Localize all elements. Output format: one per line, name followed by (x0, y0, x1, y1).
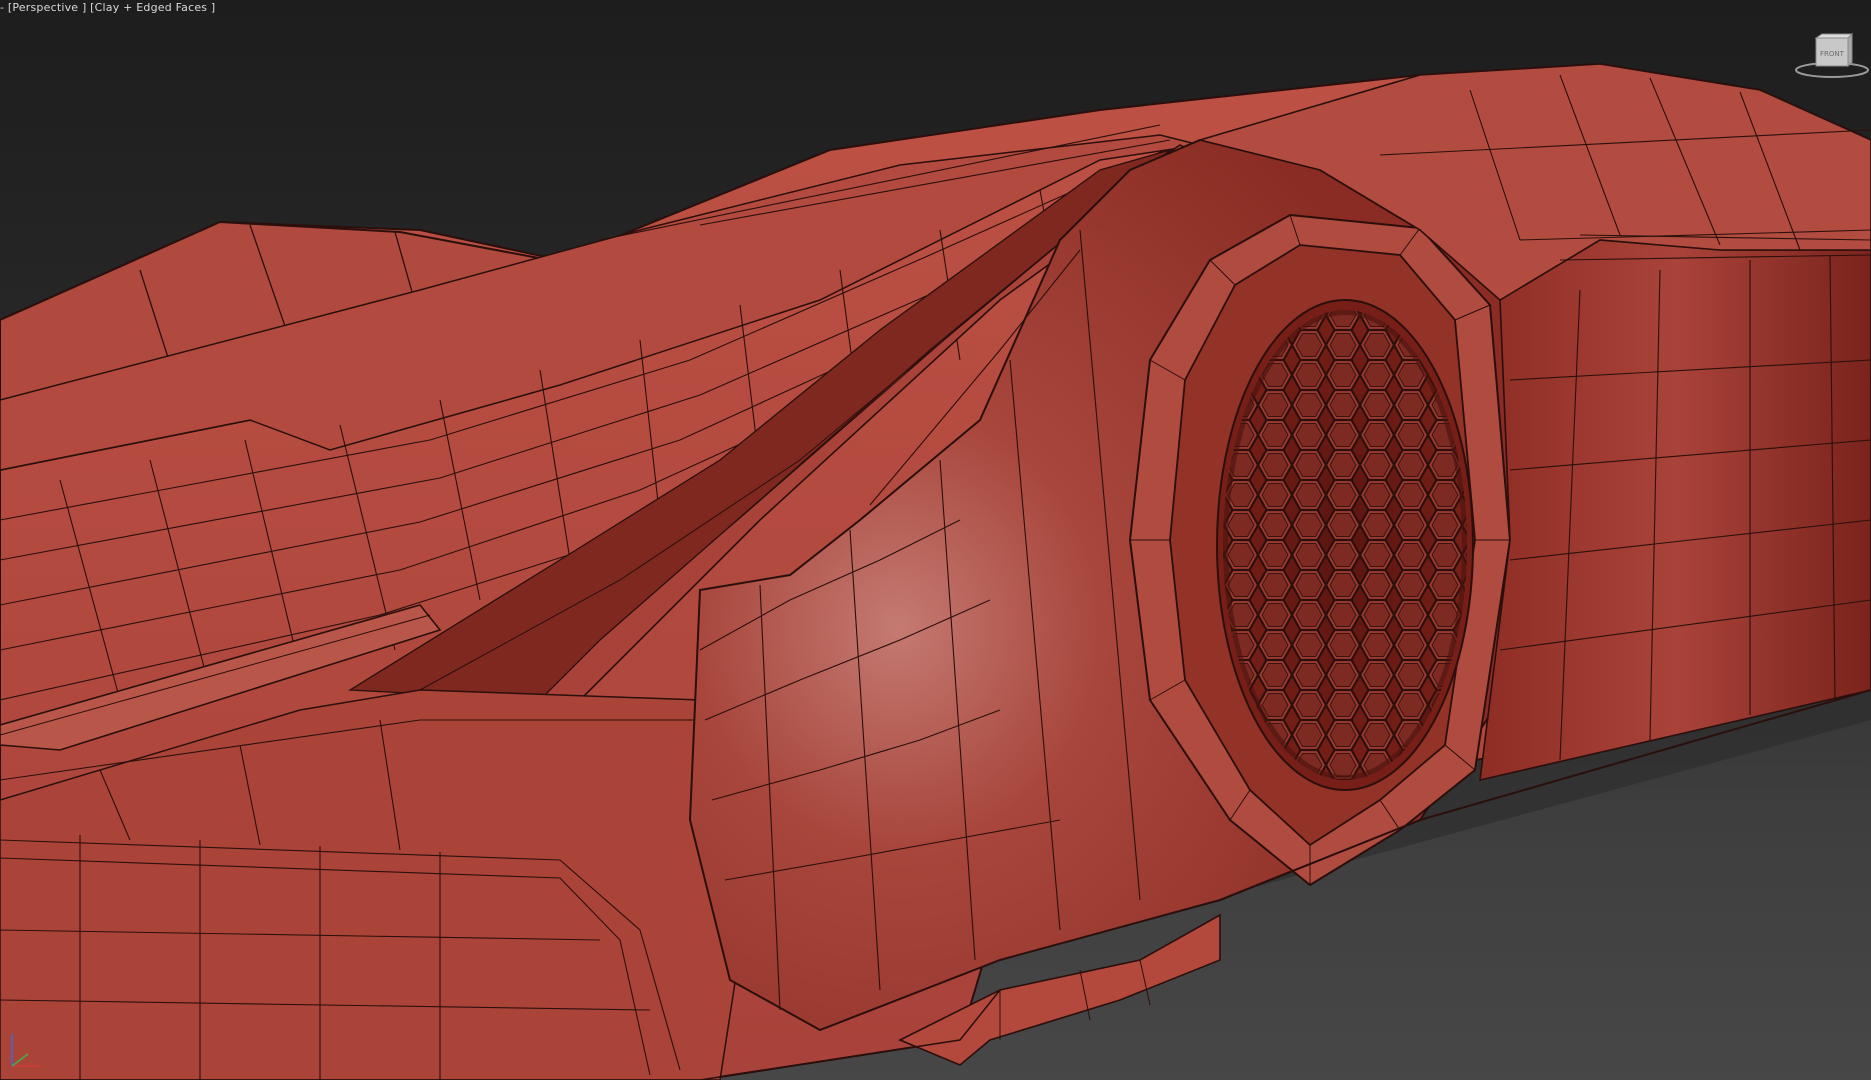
viewcube-face-label: FRONT (1820, 50, 1845, 58)
model-render[interactable] (0, 0, 1871, 1080)
shading-mode-label[interactable]: [Clay + Edged Faces ] (90, 1, 215, 14)
viewcube-icon[interactable]: FRONT (1794, 32, 1870, 80)
perspective-viewport[interactable]: - [Perspective ] [Clay + Edged Faces ] F… (0, 0, 1871, 1080)
view-type-label[interactable]: [Perspective ] (8, 1, 87, 14)
axis-tripod-icon (11, 1034, 40, 1067)
viewport-label-bar: - [Perspective ] [Clay + Edged Faces ] (0, 1, 215, 14)
right-hull-wall (1479, 239, 1871, 782)
viewport-menu-label[interactable]: - (0, 1, 4, 14)
